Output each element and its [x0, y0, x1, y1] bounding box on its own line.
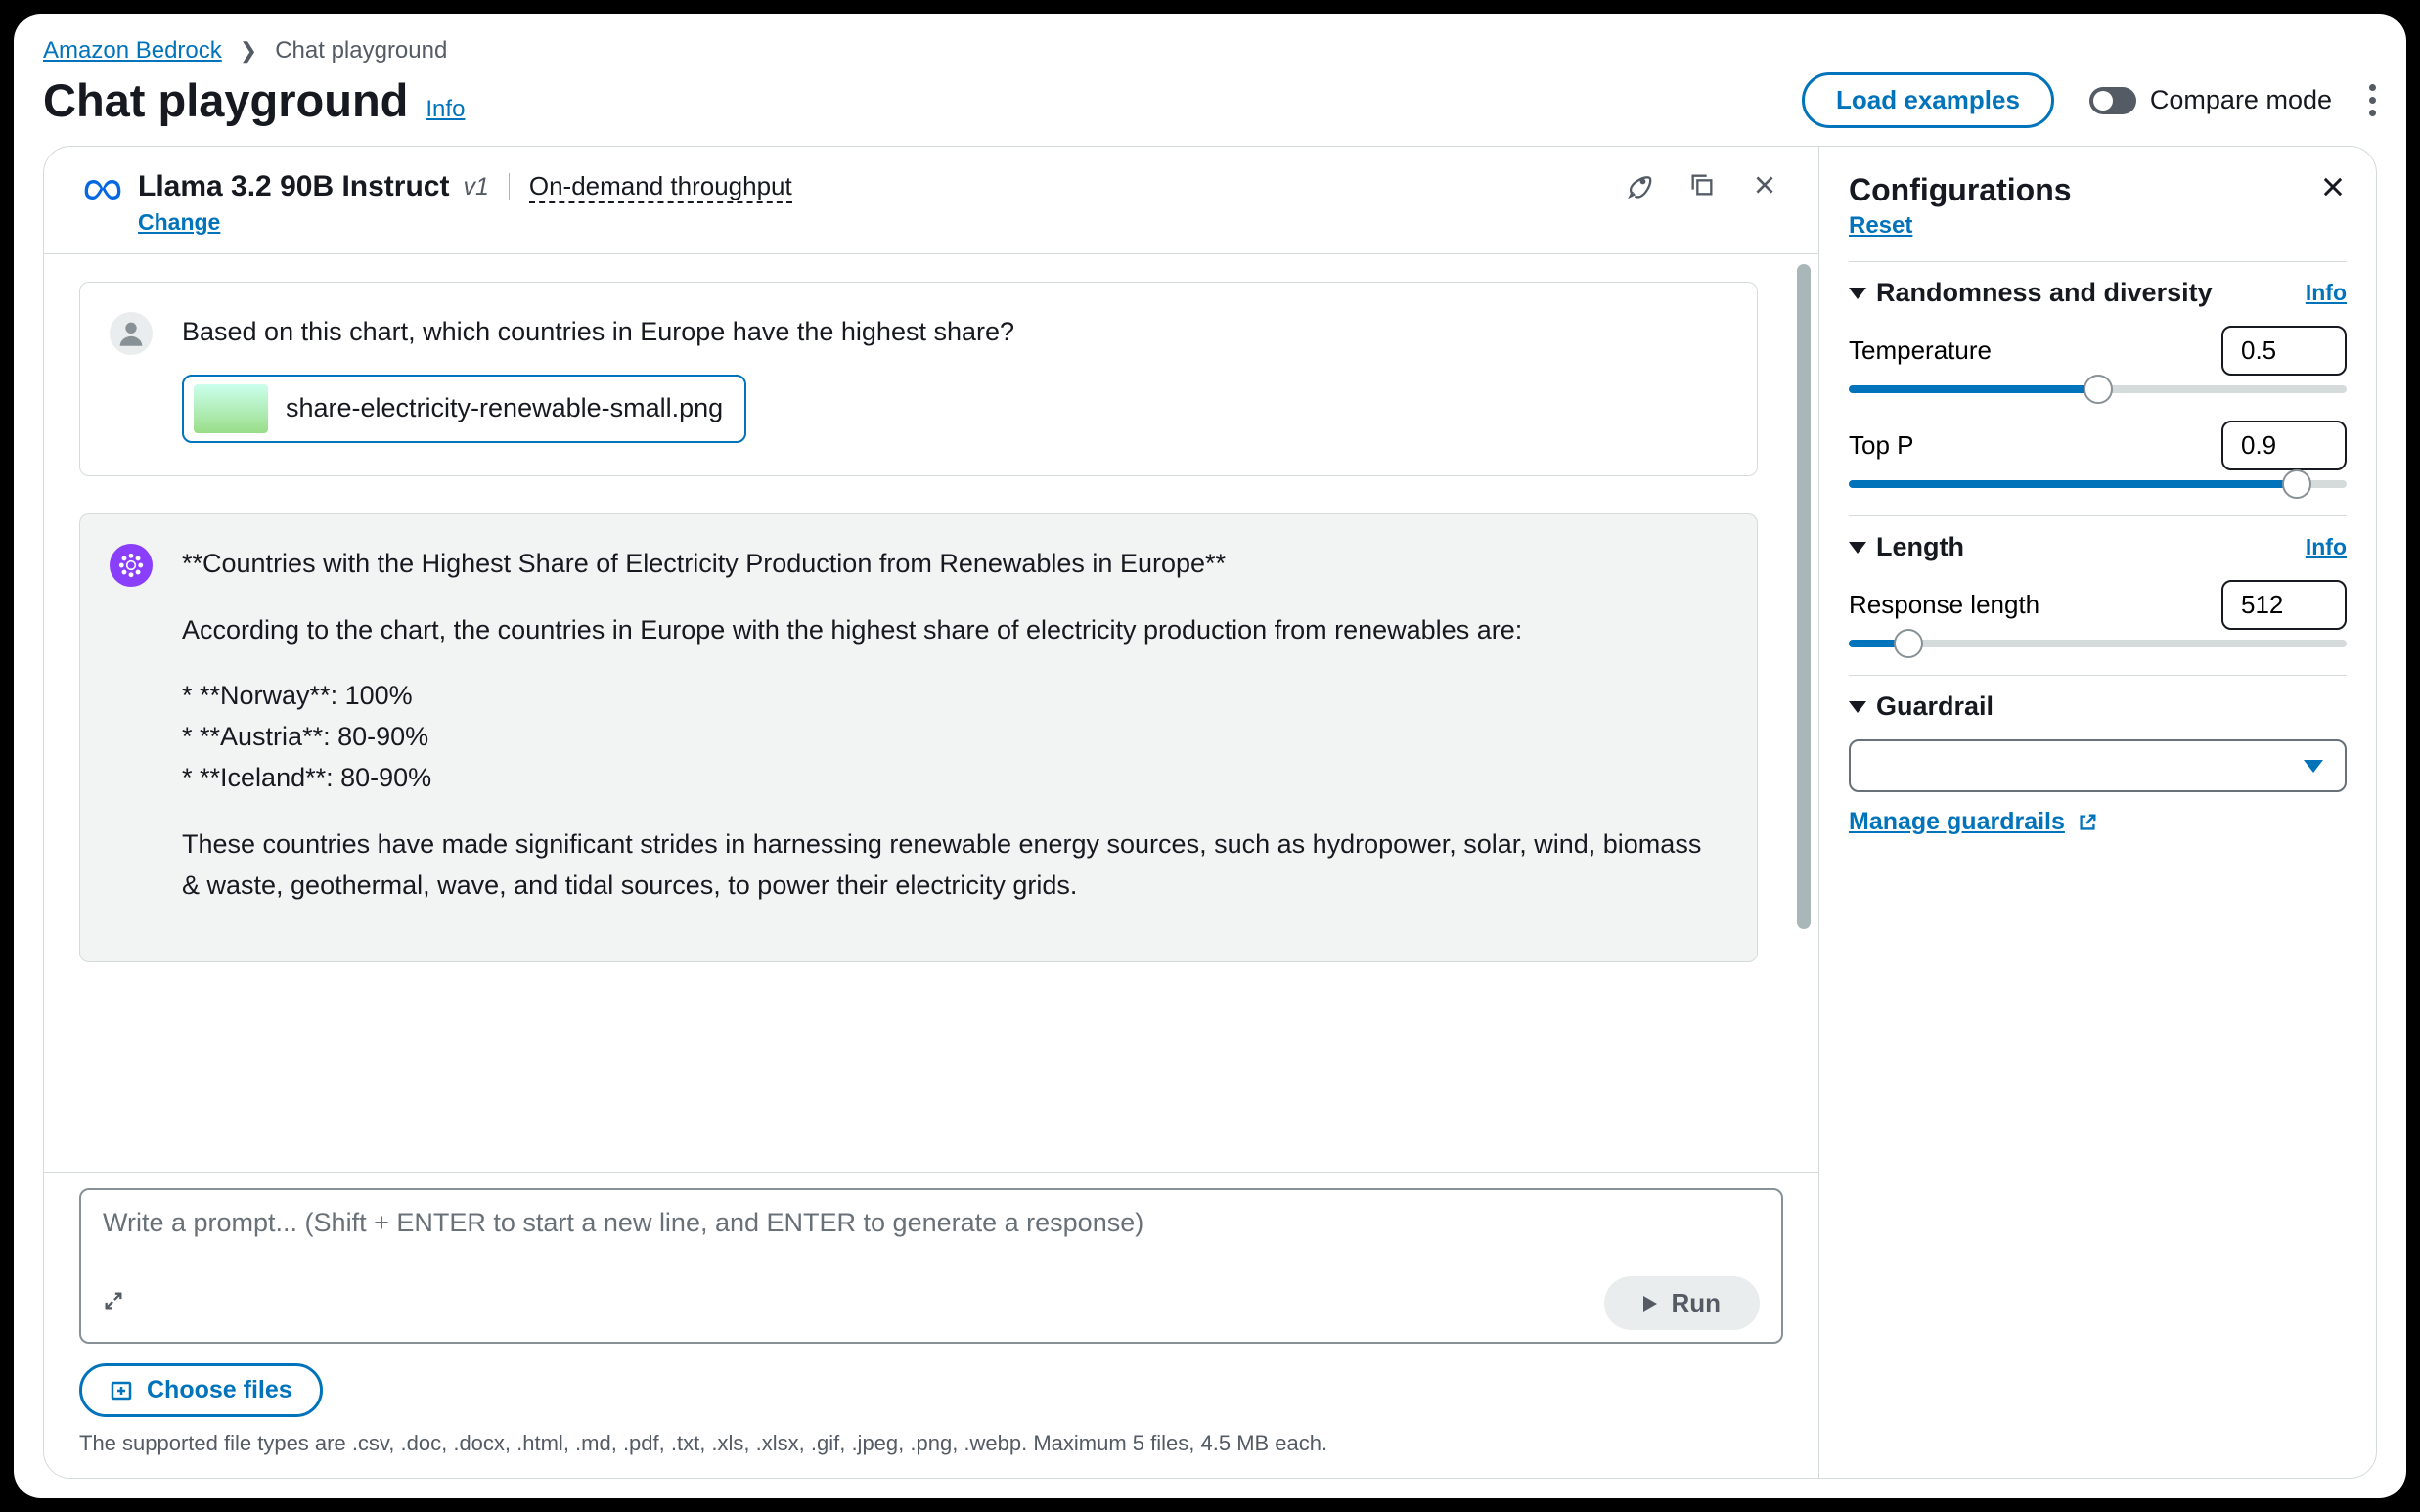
breadcrumb-root[interactable]: Amazon Bedrock	[43, 37, 222, 65]
model-version: v1	[463, 173, 488, 201]
assistant-bullet-1: **Norway**: 100%	[182, 676, 1710, 717]
top-p-input[interactable]: 0.9	[2221, 421, 2347, 470]
caret-down-icon	[1849, 288, 1866, 299]
user-avatar-icon	[110, 312, 153, 355]
attachment-chip[interactable]: share-electricity-renewable-small.png	[182, 375, 746, 443]
chevron-right-icon: ❯	[240, 38, 257, 64]
temperature-label: Temperature	[1849, 335, 1992, 366]
user-message-text: Based on this chart, which countries in …	[182, 317, 1014, 346]
caret-down-icon	[1849, 701, 1866, 713]
caret-down-icon	[1849, 542, 1866, 554]
attachment-filename: share-electricity-renewable-small.png	[286, 388, 723, 429]
scrollbar[interactable]	[1797, 264, 1811, 929]
section-toggle-randomness[interactable]: Randomness and diversity	[1849, 278, 2213, 308]
run-label: Run	[1671, 1288, 1721, 1318]
assistant-outro: These countries have made significant st…	[182, 824, 1710, 907]
overflow-menu-button[interactable]	[2367, 84, 2377, 116]
page-title: Chat playground	[43, 73, 408, 127]
prompt-input[interactable]	[103, 1208, 1760, 1268]
assistant-avatar-icon	[110, 544, 153, 587]
expand-icon[interactable]	[103, 1290, 124, 1316]
compare-mode-toggle[interactable]	[2089, 87, 2136, 114]
meta-logo-icon	[83, 170, 122, 209]
temperature-input[interactable]: 0.5	[2221, 326, 2347, 376]
temperature-slider[interactable]	[1849, 385, 2347, 393]
change-model-link[interactable]: Change	[138, 209, 220, 236]
external-link-icon	[2077, 812, 2098, 833]
section-toggle-guardrail[interactable]: Guardrail	[1849, 691, 1994, 722]
length-info-link[interactable]: Info	[2306, 534, 2347, 560]
assistant-heading: **Countries with the Highest Share of El…	[182, 544, 1710, 585]
page-info-link[interactable]: Info	[426, 96, 465, 123]
section-title-randomness: Randomness and diversity	[1876, 278, 2213, 308]
manage-guardrails-label: Manage guardrails	[1849, 808, 2065, 836]
assistant-bullets: **Norway**: 100% **Austria**: 80-90% **I…	[182, 676, 1710, 799]
choose-files-label: Choose files	[147, 1376, 292, 1404]
compare-mode-label: Compare mode	[2150, 85, 2332, 115]
response-length-input[interactable]: 512	[2221, 580, 2347, 630]
assistant-bullet-2: **Austria**: 80-90%	[182, 717, 1710, 758]
model-name: Llama 3.2 90B Instruct	[138, 170, 449, 203]
top-p-label: Top P	[1849, 430, 1914, 461]
attachment-thumbnail	[194, 384, 268, 433]
copy-icon[interactable]	[1687, 170, 1717, 200]
user-message: Based on this chart, which countries in …	[79, 282, 1758, 476]
play-icon	[1643, 1296, 1657, 1312]
config-title: Configurations	[1849, 172, 2072, 208]
section-title-length: Length	[1876, 532, 1964, 562]
assistant-bullet-3: **Iceland**: 80-90%	[182, 758, 1710, 799]
guardrail-select[interactable]	[1849, 739, 2347, 792]
response-length-label: Response length	[1849, 590, 2039, 620]
rocket-icon[interactable]	[1625, 170, 1654, 200]
close-icon[interactable]	[1750, 170, 1779, 200]
file-hint-text: The supported file types are .csv, .doc,…	[79, 1431, 1783, 1456]
reset-link[interactable]: Reset	[1849, 212, 1912, 240]
response-length-slider[interactable]	[1849, 640, 2347, 647]
prompt-box[interactable]: Run	[79, 1188, 1783, 1344]
section-toggle-length[interactable]: Length	[1849, 532, 1964, 562]
manage-guardrails-link[interactable]: Manage guardrails	[1849, 808, 2098, 836]
vertical-divider	[509, 173, 510, 200]
randomness-info-link[interactable]: Info	[2306, 280, 2347, 306]
close-config-icon[interactable]	[2319, 173, 2347, 208]
choose-files-button[interactable]: Choose files	[79, 1363, 323, 1417]
assistant-intro: According to the chart, the countries in…	[182, 610, 1710, 651]
run-button[interactable]: Run	[1604, 1276, 1760, 1330]
top-p-slider[interactable]	[1849, 480, 2347, 488]
section-title-guardrail: Guardrail	[1876, 691, 1994, 722]
throughput-label[interactable]: On-demand throughput	[529, 171, 792, 203]
assistant-message: **Countries with the Highest Share of El…	[79, 513, 1758, 962]
select-caret-icon	[2304, 760, 2323, 773]
breadcrumb: Amazon Bedrock ❯ Chat playground	[43, 37, 2377, 65]
load-examples-button[interactable]: Load examples	[1802, 72, 2054, 128]
breadcrumb-current: Chat playground	[275, 37, 447, 65]
